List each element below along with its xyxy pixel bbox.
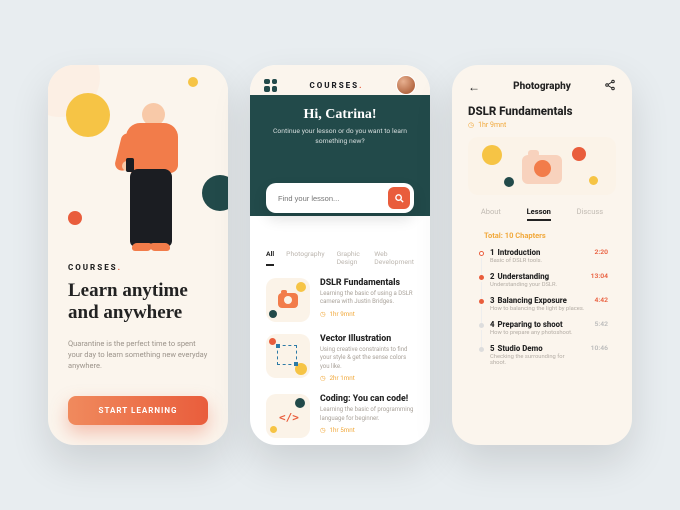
- search-button[interactable]: [388, 187, 410, 209]
- menu-grid-icon[interactable]: [264, 79, 277, 92]
- search-input[interactable]: [278, 194, 388, 203]
- course-detail-screen: ← Photography DSLR Fundamentals 1hr 9mnt…: [452, 65, 632, 445]
- greeting-subtext: Continue your lesson or do you want to l…: [266, 127, 414, 146]
- course-desc: Learning the basic of using a DSLR camer…: [320, 290, 414, 307]
- course-hero-image: [468, 137, 616, 195]
- course-time: 2hr 1mnt: [320, 374, 414, 382]
- chapters-total: Total: 10 Chapters: [484, 231, 608, 240]
- course-hero-time: 1hr 9mnt: [468, 121, 616, 129]
- code-icon: </>: [279, 411, 299, 424]
- course-desc: Learning the basic of programming langua…: [320, 406, 414, 423]
- share-button[interactable]: [604, 79, 616, 94]
- start-learning-button[interactable]: START LEARNING: [68, 396, 208, 425]
- share-icon: [604, 79, 616, 91]
- tab-discuss[interactable]: Discuss: [577, 207, 603, 221]
- greeting: Hi, Catrina!: [266, 107, 414, 123]
- courses-list-screen: COURSES. Hi, Catrina! Continue your less…: [250, 65, 430, 445]
- chapter-duration: 2:20: [594, 248, 608, 256]
- hero-title: Learn anytime and anywhere: [68, 280, 208, 324]
- chapter-item[interactable]: 2Understanding Understanding your DSLR. …: [476, 272, 608, 288]
- course-thumb: </>: [266, 394, 310, 438]
- chapter-item[interactable]: 3Balancing Exposure How to balancing the…: [476, 296, 608, 312]
- course-time: 1hr 5mnt: [320, 426, 414, 434]
- hero-description: Quarantine is the perfect time to spent …: [68, 338, 208, 372]
- course-item[interactable]: </> Coding: You can code! Learning the b…: [266, 394, 414, 438]
- chapter-item[interactable]: 1Introduction Basic of DSLR tools. 2:20: [476, 248, 608, 264]
- search-bar[interactable]: [266, 183, 414, 213]
- chapter-item[interactable]: 4Preparing to shoot How to prepare any p…: [476, 320, 608, 336]
- brand-label: COURSES.: [68, 263, 208, 272]
- onboarding-screen: COURSES. Learn anytime and anywhere Quar…: [48, 65, 228, 445]
- course-item[interactable]: Vector Illustration Using creative const…: [266, 334, 414, 382]
- person-illustration: [120, 103, 192, 248]
- tab-web-dev[interactable]: Web Development: [374, 250, 414, 266]
- course-item[interactable]: DSLR Fundamentals Learning the basic of …: [266, 278, 414, 322]
- course-title: Coding: You can code!: [320, 394, 414, 404]
- hero-illustration: [48, 65, 228, 255]
- course-thumb: [266, 334, 310, 378]
- chapter-duration: 4:42: [594, 296, 608, 304]
- course-title: Vector Illustration: [320, 334, 414, 344]
- tab-lesson[interactable]: Lesson: [527, 207, 551, 221]
- course-title: DSLR Fundamentals: [320, 278, 414, 288]
- avatar[interactable]: [396, 75, 416, 95]
- search-icon: [394, 193, 405, 204]
- back-button[interactable]: ←: [468, 80, 480, 94]
- vector-icon: [277, 345, 297, 365]
- camera-icon: [278, 293, 298, 308]
- tab-graphic-design[interactable]: Graphic Design: [337, 250, 363, 266]
- course-time: 1hr 9mnt: [320, 310, 414, 318]
- camera-icon: [522, 155, 562, 184]
- chapter-item[interactable]: 5Studio Demo Checking the surrounding fo…: [476, 344, 608, 366]
- tab-all[interactable]: All: [266, 250, 274, 266]
- detail-tabs: About Lesson Discuss: [468, 207, 616, 221]
- category-tabs: All Photography Graphic Design Web Devel…: [266, 250, 414, 266]
- page-title: Photography: [513, 81, 571, 92]
- course-hero-title: DSLR Fundamentals: [468, 104, 616, 118]
- chapter-duration: 10:46: [591, 344, 608, 352]
- course-desc: Using creative constraints to find your …: [320, 346, 414, 371]
- chapter-duration: 13:04: [591, 272, 608, 280]
- chapter-duration: 5:42: [594, 320, 608, 328]
- tab-photography[interactable]: Photography: [286, 250, 324, 266]
- tab-about[interactable]: About: [481, 207, 501, 221]
- course-thumb: [266, 278, 310, 322]
- header-title: COURSES.: [309, 81, 363, 90]
